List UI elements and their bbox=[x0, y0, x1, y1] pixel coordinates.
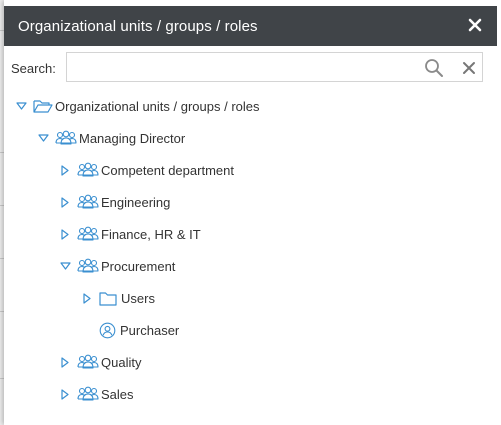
group-icon bbox=[77, 194, 99, 210]
close-icon bbox=[468, 18, 482, 32]
tree-node-label: Competent department bbox=[101, 162, 234, 178]
search-input[interactable] bbox=[71, 56, 415, 80]
chevron-right-icon[interactable] bbox=[59, 196, 71, 208]
tree-node-competent-department[interactable]: Competent department bbox=[59, 158, 234, 182]
group-icon bbox=[77, 354, 99, 370]
tree-node-sales[interactable]: Sales bbox=[59, 382, 134, 406]
tree-node-engineering[interactable]: Engineering bbox=[59, 190, 170, 214]
close-button[interactable] bbox=[465, 15, 485, 35]
search-box bbox=[66, 52, 483, 82]
tree-node-label: Engineering bbox=[101, 194, 171, 210]
tree-node-label: Organizational units / groups / roles bbox=[55, 98, 260, 114]
chevron-down-icon[interactable] bbox=[15, 100, 27, 112]
chevron-right-icon[interactable] bbox=[59, 228, 71, 240]
group-icon bbox=[77, 162, 99, 178]
chevron-down-icon[interactable] bbox=[37, 132, 49, 144]
chevron-down-icon[interactable] bbox=[59, 260, 71, 272]
tree-node-label: Sales bbox=[101, 386, 134, 402]
search-label: Search: bbox=[11, 61, 56, 76]
tree-node-label: Finance, HR & IT bbox=[101, 226, 201, 242]
role-icon bbox=[99, 322, 116, 339]
group-icon bbox=[77, 226, 99, 242]
tree-node-label: Quality bbox=[101, 354, 142, 370]
tree-node-quality[interactable]: Quality bbox=[59, 350, 141, 374]
tree-node-label: Procurement bbox=[101, 258, 176, 274]
tree-node-managing-director[interactable]: Managing Director bbox=[37, 126, 185, 150]
search-icon bbox=[425, 59, 443, 77]
tree-node-label: Purchaser bbox=[120, 322, 180, 338]
tree-node-finance-hr-it[interactable]: Finance, HR & IT bbox=[59, 222, 201, 246]
chevron-right-icon[interactable] bbox=[59, 388, 71, 400]
tree-node-label: Managing Director bbox=[79, 130, 186, 146]
folder-icon bbox=[99, 291, 117, 306]
tree-node-purchaser[interactable]: Purchaser bbox=[81, 318, 179, 342]
group-icon bbox=[77, 258, 99, 274]
tree-node-procurement[interactable]: Procurement bbox=[59, 254, 175, 278]
tree-node-label: Users bbox=[121, 290, 155, 306]
dialog-title: Organizational units / groups / roles bbox=[18, 17, 258, 35]
search-row: Search: bbox=[11, 52, 491, 84]
tree-node-root[interactable]: Organizational units / groups / roles bbox=[15, 94, 260, 118]
search-button[interactable] bbox=[424, 58, 444, 78]
group-icon bbox=[77, 386, 99, 402]
chevron-right-icon[interactable] bbox=[81, 292, 93, 304]
folder-open-icon bbox=[33, 98, 53, 114]
clear-icon bbox=[463, 62, 475, 74]
dialog-header: Organizational units / groups / roles bbox=[4, 6, 497, 46]
clear-search-button[interactable] bbox=[460, 59, 478, 77]
chevron-right-icon[interactable] bbox=[59, 356, 71, 368]
chevron-right-icon[interactable] bbox=[59, 164, 71, 176]
tree-node-users[interactable]: Users bbox=[81, 286, 155, 310]
group-icon bbox=[55, 130, 77, 146]
